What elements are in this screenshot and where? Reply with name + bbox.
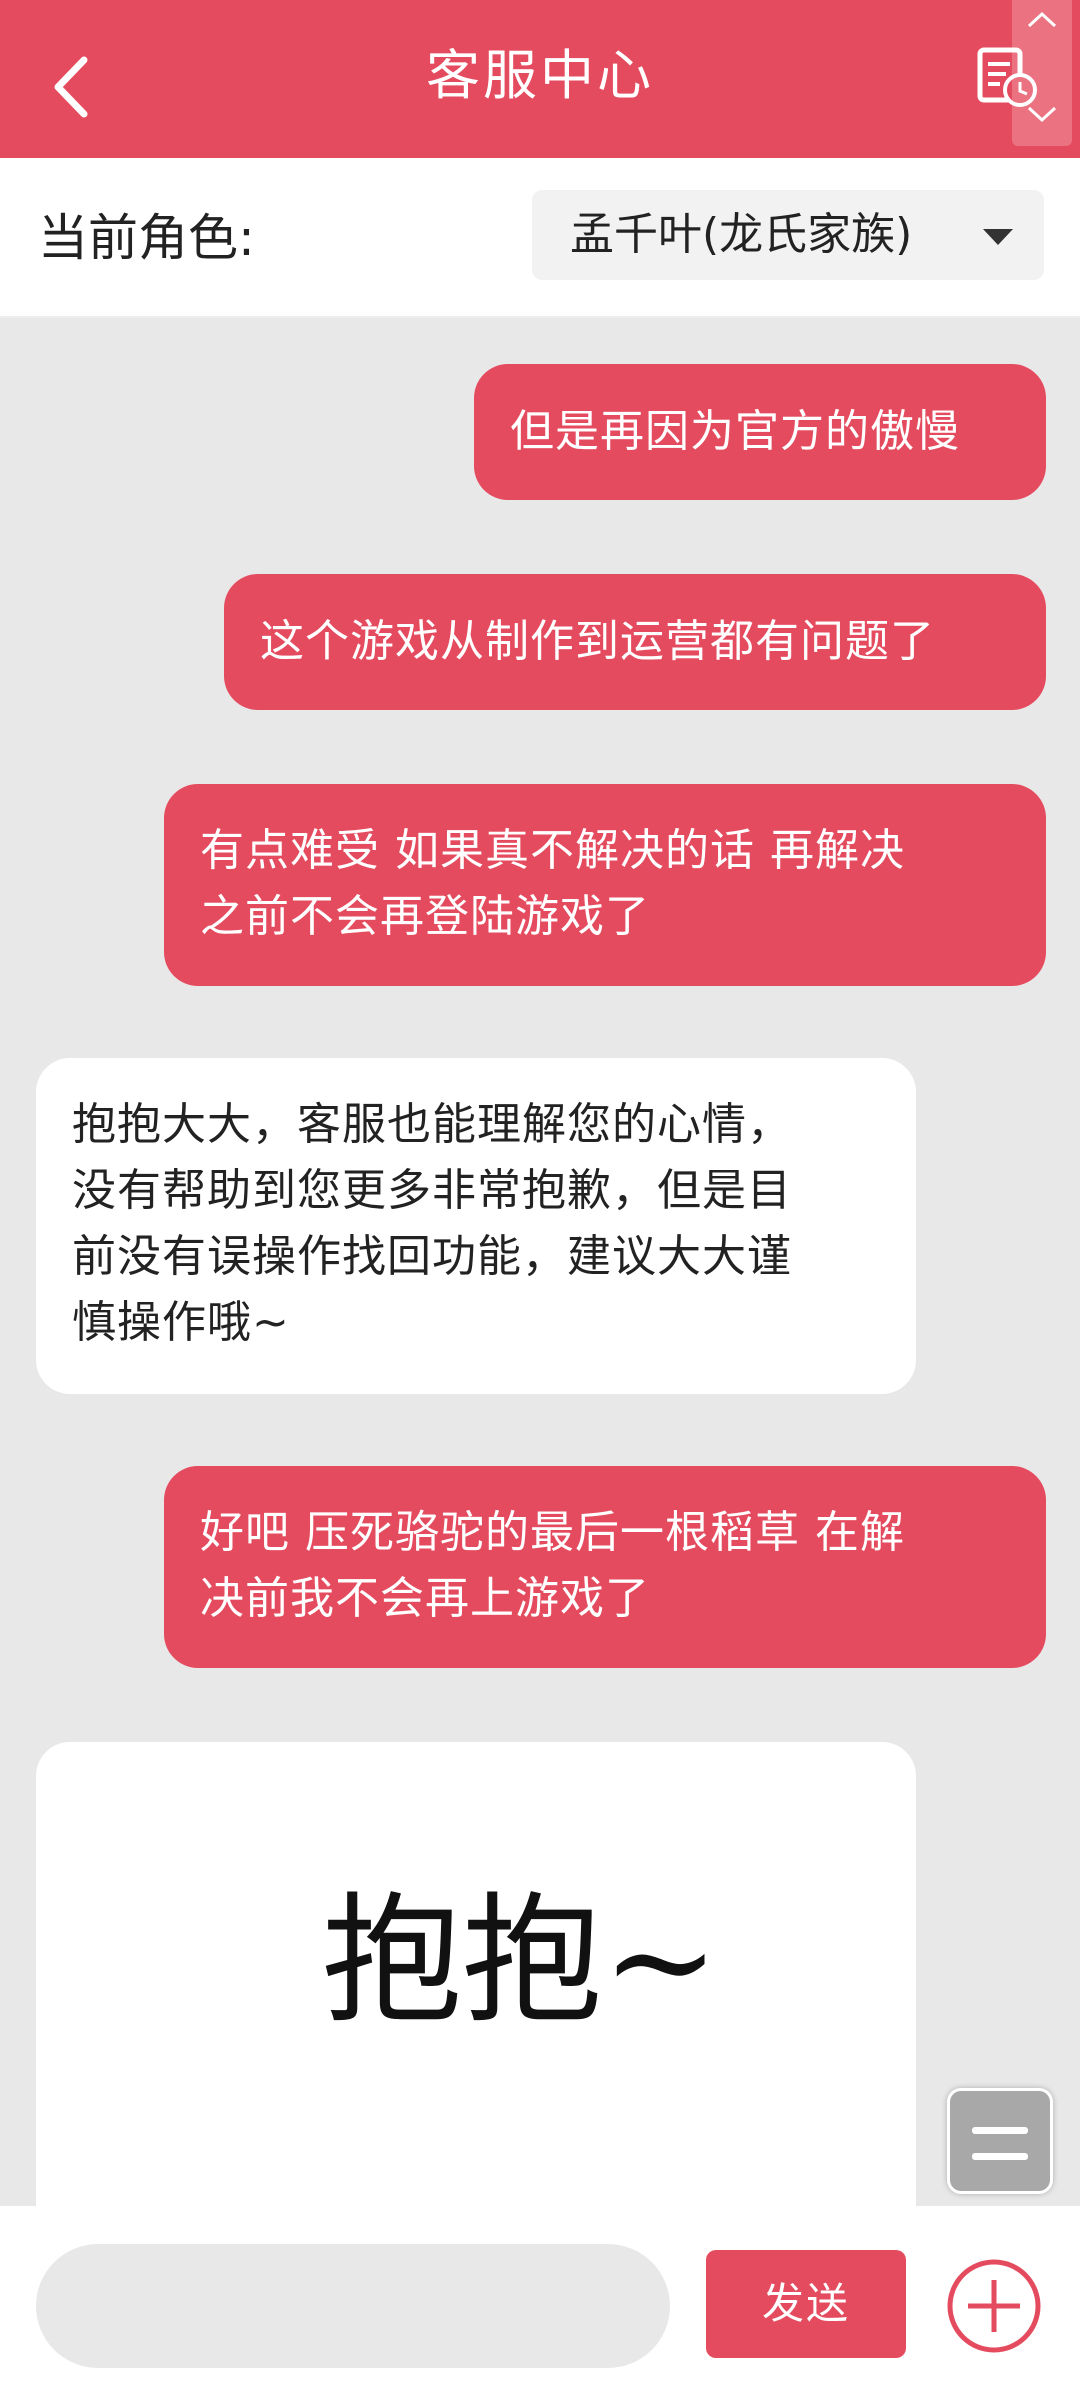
user-message: 有点难受 如果真不解决的话 再解决 之前不会再登陆游戏了 [164,784,1046,986]
input-bar: 发送 [0,2206,1080,2400]
role-label: 当前角色: [38,209,255,267]
chat-message-list[interactable]: 但是再因为官方的傲慢 这个游戏从制作到运营都有问题了 有点难受 如果真不解决的话… [0,318,1080,2206]
sticker-caption: 抱抱~ [322,1880,720,2043]
floating-menu-button[interactable] [947,2088,1053,2194]
user-message: 这个游戏从制作到运营都有问题了 [224,574,1046,710]
agent-message: 抱抱大大，客服也能理解您的心情， 没有帮助到您更多非常抱歉，但是目 前没有误操作… [36,1058,916,1394]
role-dropdown[interactable]: 孟千叶(龙氏家族) [532,190,1044,280]
agent-sticker-message[interactable]: 抱抱~ [36,1742,916,2206]
header-bar: 客服中心 [0,0,1080,158]
add-plus-icon[interactable] [944,2256,1044,2356]
user-message: 好吧 压死骆驼的最后一根稻草 在解 决前我不会再上游戏了 [164,1466,1046,1668]
page-scroll-handle[interactable] [1012,0,1072,146]
page-title: 客服中心 [426,44,654,107]
message-input[interactable] [36,2244,670,2368]
user-message: 但是再因为官方的傲慢 [474,364,1046,500]
send-button[interactable]: 发送 [706,2250,906,2358]
role-selected-value: 孟千叶(龙氏家族) [570,209,913,260]
caret-down-icon [983,229,1013,245]
